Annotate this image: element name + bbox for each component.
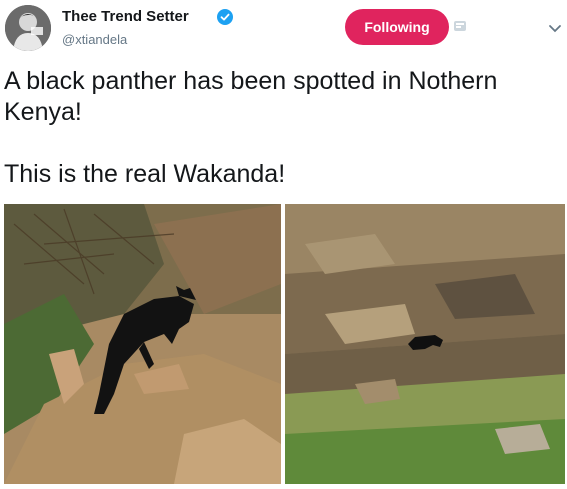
tweet-media [4, 204, 565, 484]
avatar-image [5, 5, 51, 51]
author-handle[interactable]: @xtiandela [62, 32, 127, 47]
notification-bell-icon[interactable] [453, 19, 467, 33]
media-photo-left[interactable] [4, 204, 281, 484]
verified-badge-icon [217, 9, 233, 25]
chevron-down-icon[interactable] [548, 24, 562, 34]
author-avatar[interactable] [5, 5, 51, 51]
panther-on-rocky-slope-photo [285, 204, 565, 484]
media-photo-right[interactable] [285, 204, 565, 484]
tweet-text: A black panther has been spotted in Noth… [4, 67, 498, 188]
following-button[interactable]: Following [345, 9, 449, 45]
author-name[interactable]: Thee Trend Setter [62, 8, 189, 25]
panther-on-hillside-photo [4, 204, 281, 484]
tweet-header: Thee Trend Setter @xtiandela Following [0, 0, 567, 60]
